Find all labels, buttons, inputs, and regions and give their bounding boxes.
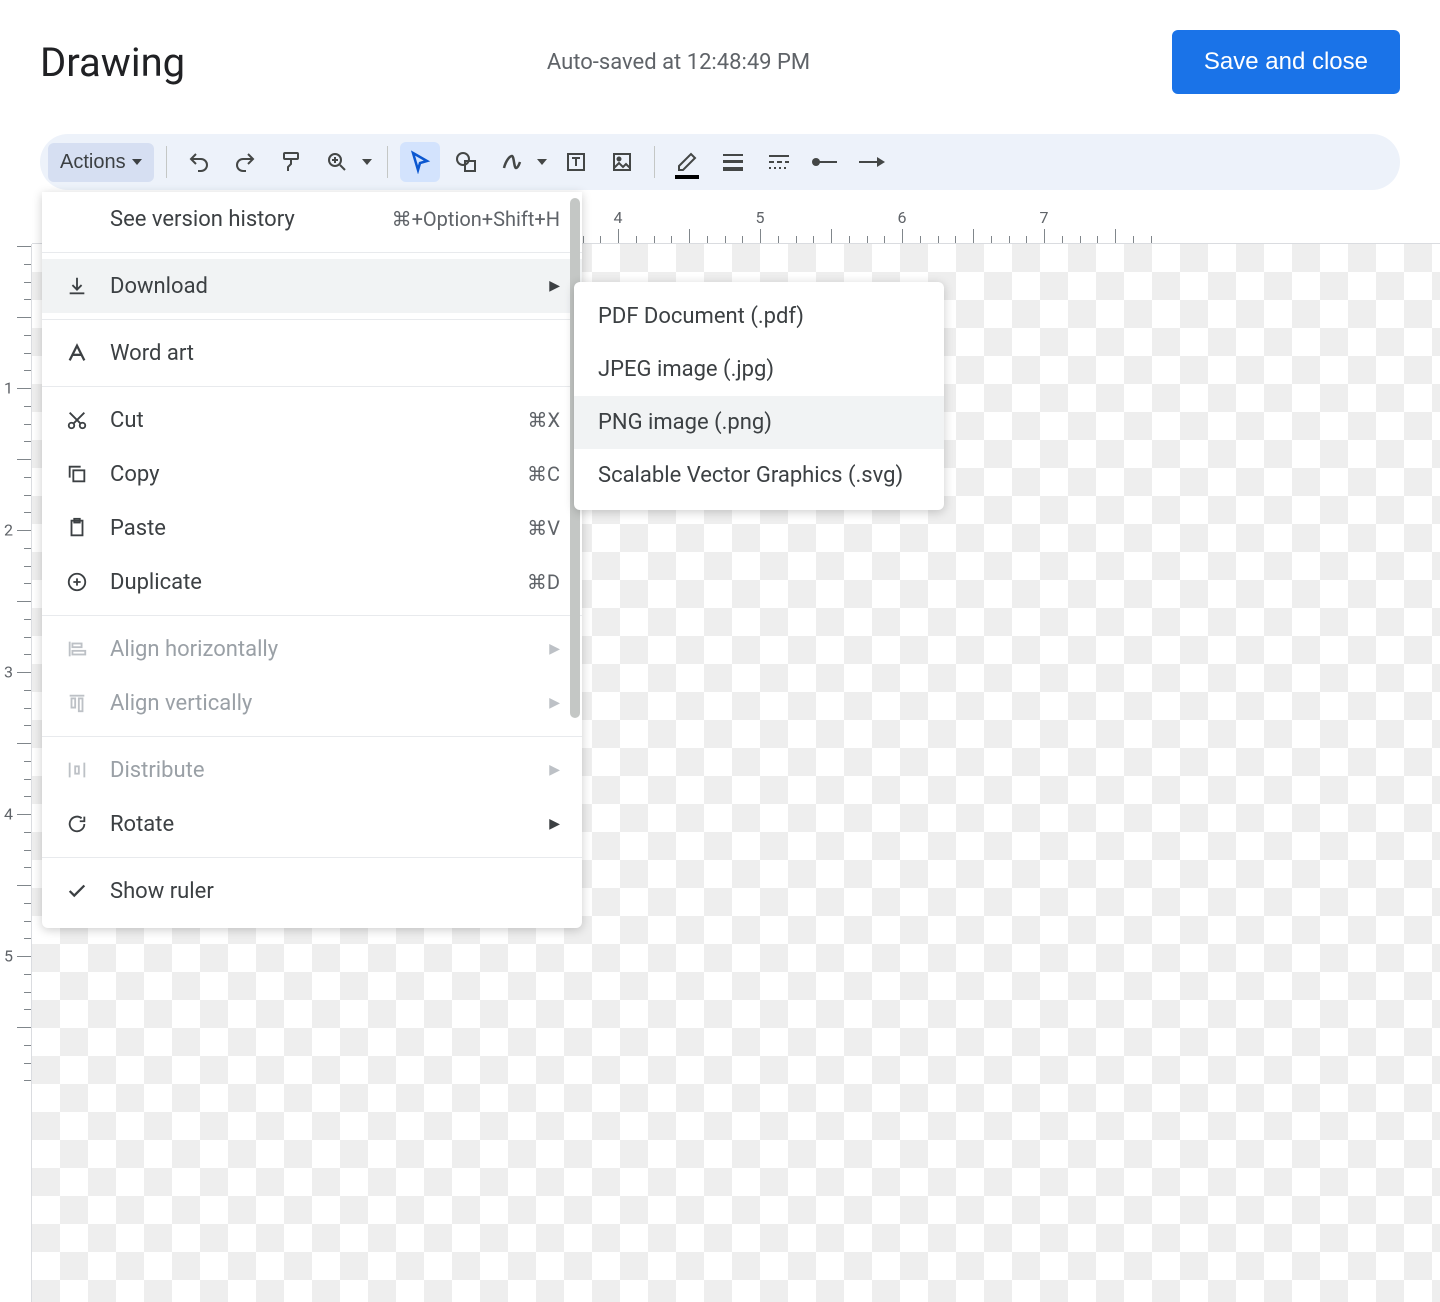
menu-label: Align vertically [110, 691, 529, 716]
caret-down-icon [132, 159, 142, 165]
menu-divider [42, 252, 582, 253]
autosave-status: Auto-saved at 12:48:49 PM [547, 50, 810, 75]
menu-label: Download [110, 274, 529, 299]
duplicate-icon [64, 569, 90, 595]
separator [387, 146, 388, 178]
menu-divider [42, 736, 582, 737]
vertical-ruler: 12345 [0, 244, 32, 1302]
menu-shortcut: ⌘V [527, 516, 560, 540]
blank-icon [64, 206, 90, 232]
line-start-button[interactable] [805, 142, 845, 182]
download-submenu: PDF Document (.pdf) JPEG image (.jpg) PN… [574, 282, 944, 510]
check-icon [64, 878, 90, 904]
menu-shortcut: ⌘D [527, 570, 560, 594]
menu-item-align-vertically: Align vertically ▶ [42, 676, 582, 730]
distribute-icon [64, 757, 90, 783]
cut-icon [64, 407, 90, 433]
menu-label: Word art [110, 341, 560, 366]
menu-label: See version history [110, 207, 372, 232]
submenu-item-pdf[interactable]: PDF Document (.pdf) [574, 290, 944, 343]
chevron-right-icon: ▶ [549, 278, 560, 294]
actions-label: Actions [60, 151, 126, 174]
separator [654, 146, 655, 178]
separator [166, 146, 167, 178]
actions-menu-button[interactable]: Actions [48, 143, 154, 182]
line-dropdown[interactable] [534, 159, 550, 165]
menu-item-download[interactable]: Download ▶ [42, 259, 582, 313]
shape-tool-button[interactable] [446, 142, 486, 182]
menu-shortcut: ⌘X [527, 408, 560, 432]
menu-item-copy[interactable]: Copy ⌘C [42, 447, 582, 501]
menu-label: Align horizontally [110, 637, 529, 662]
text-box-button[interactable] [556, 142, 596, 182]
menu-item-version-history[interactable]: See version history ⌘+Option+Shift+H [42, 192, 582, 246]
align-vertical-icon [64, 690, 90, 716]
menu-label: Copy [110, 462, 507, 487]
menu-shortcut: ⌘+Option+Shift+H [392, 207, 560, 231]
menu-item-paste[interactable]: Paste ⌘V [42, 501, 582, 555]
menu-label: Rotate [110, 812, 529, 837]
menu-item-word-art[interactable]: Word art [42, 326, 582, 380]
zoom-button[interactable] [317, 142, 357, 182]
chevron-right-icon: ▶ [549, 695, 560, 711]
chevron-right-icon: ▶ [549, 816, 560, 832]
submenu-item-svg[interactable]: Scalable Vector Graphics (.svg) [574, 449, 944, 502]
line-end-button[interactable] [851, 142, 891, 182]
toolbar: Actions [40, 134, 1400, 190]
line-dash-button[interactable] [759, 142, 799, 182]
menu-item-rotate[interactable]: Rotate ▶ [42, 797, 582, 851]
page-title: Drawing [40, 39, 185, 86]
menu-divider [42, 857, 582, 858]
image-button[interactable] [602, 142, 642, 182]
chevron-right-icon: ▶ [549, 762, 560, 778]
menu-item-align-horizontally: Align horizontally ▶ [42, 622, 582, 676]
redo-button[interactable] [225, 142, 265, 182]
menu-item-duplicate[interactable]: Duplicate ⌘D [42, 555, 582, 609]
menu-shortcut: ⌘C [527, 462, 560, 486]
menu-divider [42, 615, 582, 616]
word-art-icon [64, 340, 90, 366]
line-tool-button[interactable] [492, 142, 532, 182]
menu-divider [42, 386, 582, 387]
align-horizontal-icon [64, 636, 90, 662]
menu-label: Show ruler [110, 879, 560, 904]
line-weight-button[interactable] [713, 142, 753, 182]
submenu-item-jpeg[interactable]: JPEG image (.jpg) [574, 343, 944, 396]
menu-label: Cut [110, 408, 507, 433]
save-and-close-button[interactable]: Save and close [1172, 30, 1400, 94]
menu-label: Distribute [110, 758, 529, 783]
zoom-dropdown[interactable] [359, 159, 375, 165]
menu-label: Duplicate [110, 570, 507, 595]
menu-label: Paste [110, 516, 507, 541]
download-icon [64, 273, 90, 299]
paint-format-button[interactable] [271, 142, 311, 182]
submenu-item-png[interactable]: PNG image (.png) [574, 396, 944, 449]
menu-item-distribute: Distribute ▶ [42, 743, 582, 797]
menu-item-show-ruler[interactable]: Show ruler [42, 864, 582, 918]
rotate-icon [64, 811, 90, 837]
menu-item-cut[interactable]: Cut ⌘X [42, 393, 582, 447]
chevron-right-icon: ▶ [549, 641, 560, 657]
paste-icon [64, 515, 90, 541]
line-color-button[interactable] [667, 142, 707, 182]
select-tool-button[interactable] [400, 142, 440, 182]
menu-divider [42, 319, 582, 320]
actions-menu: See version history ⌘+Option+Shift+H Dow… [42, 192, 582, 928]
undo-button[interactable] [179, 142, 219, 182]
copy-icon [64, 461, 90, 487]
